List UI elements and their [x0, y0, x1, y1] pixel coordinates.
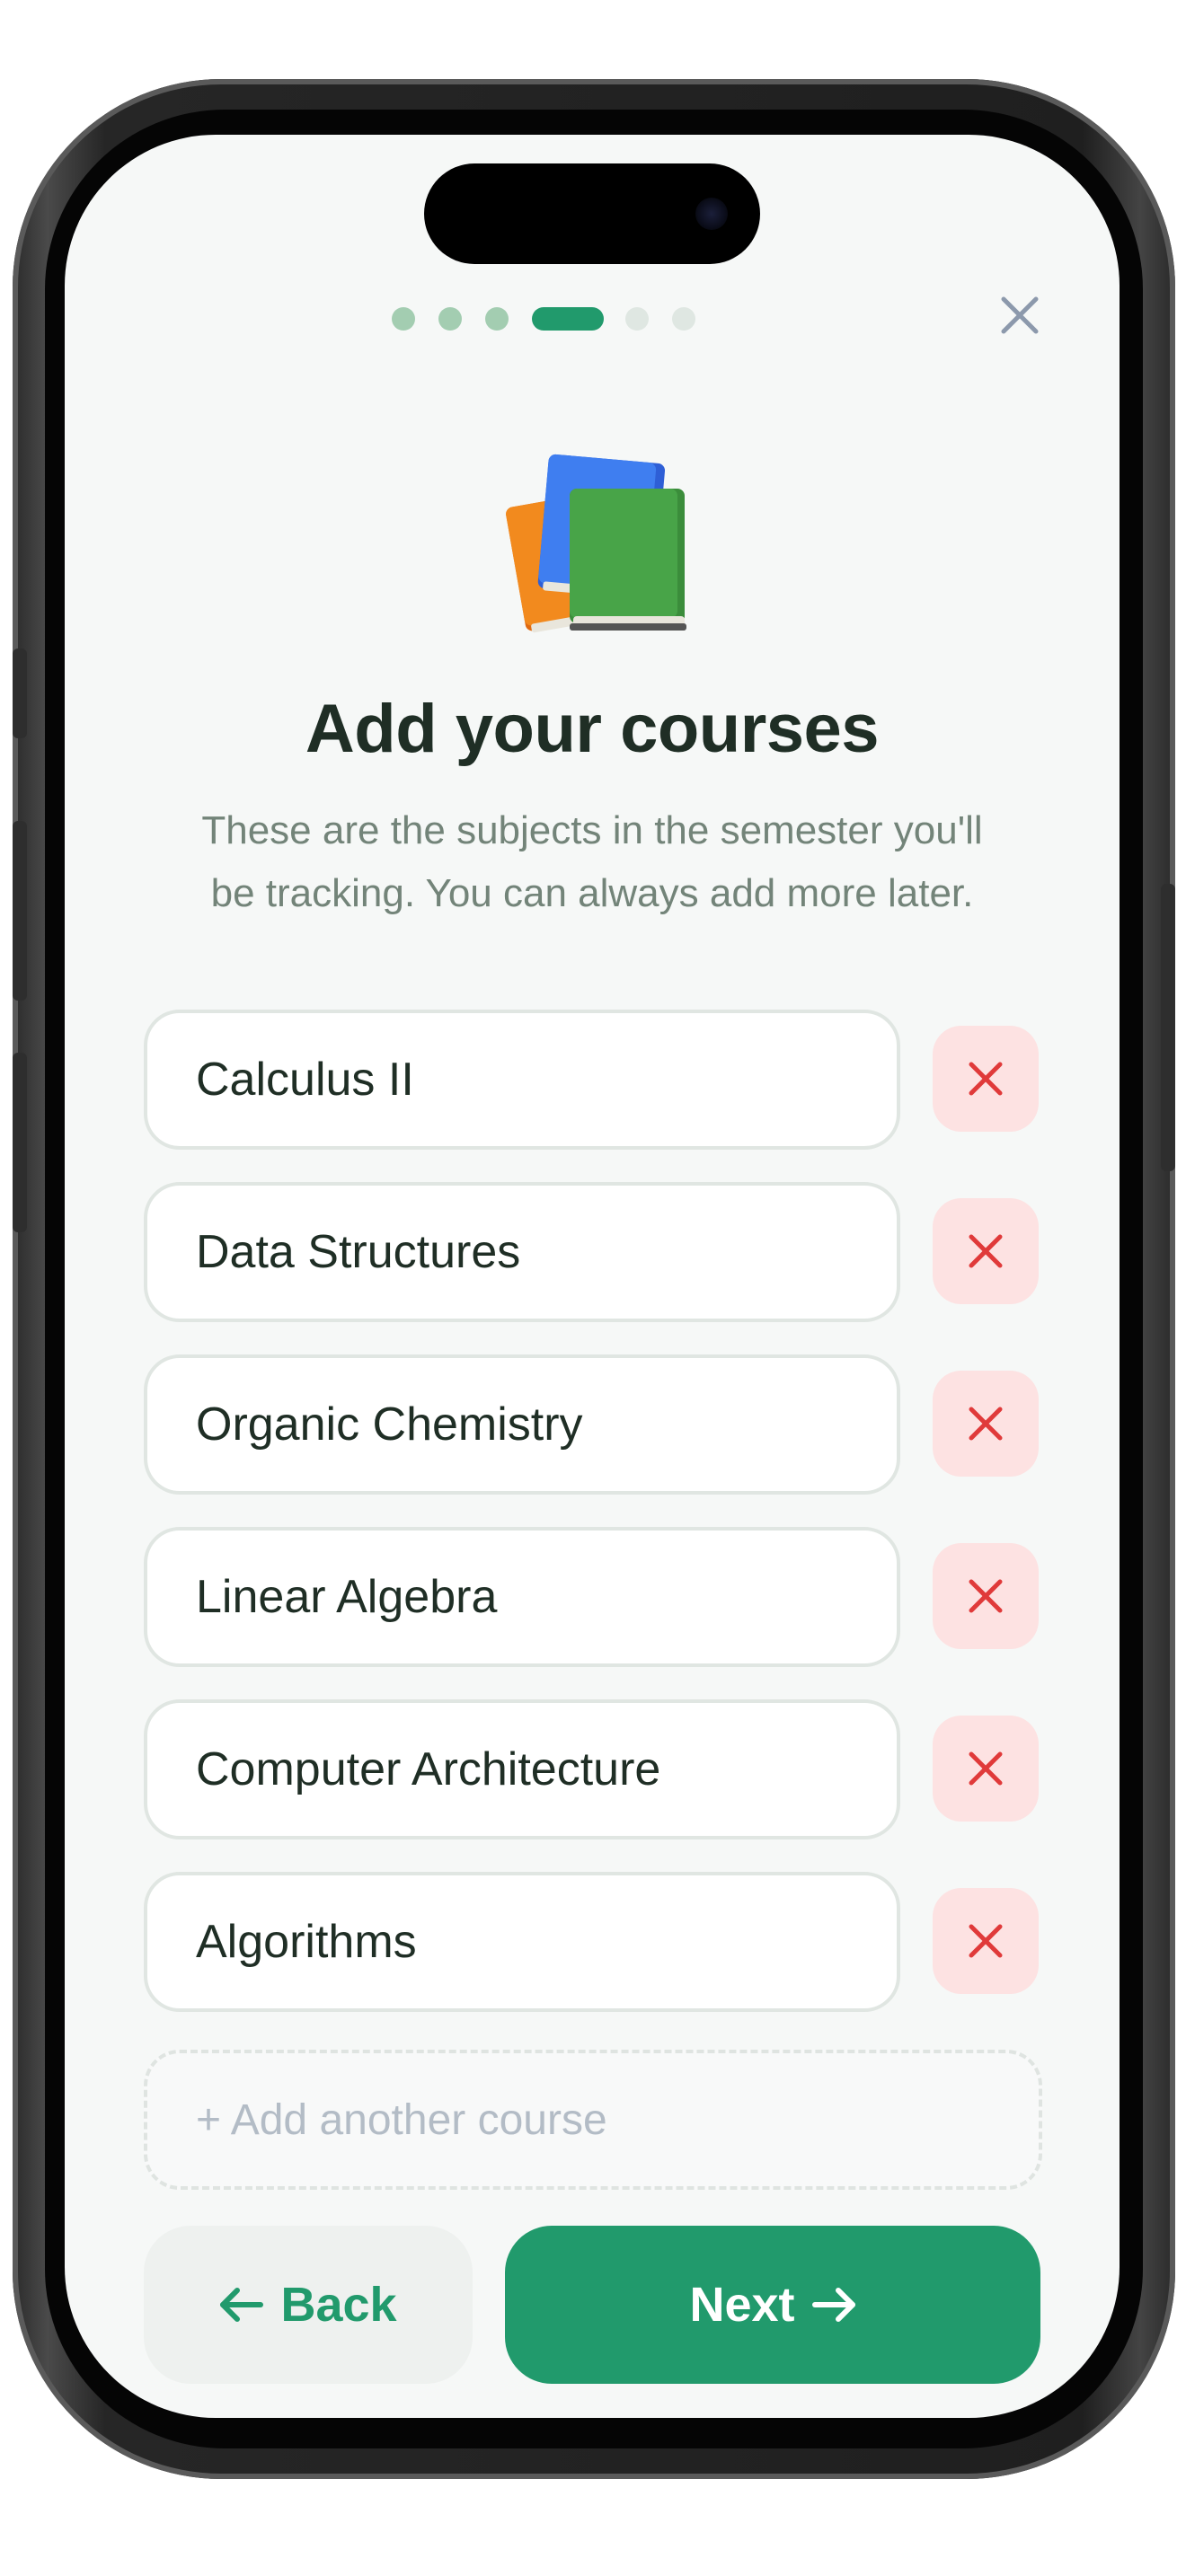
page-title: Add your courses [305, 691, 880, 767]
action-button [13, 648, 27, 738]
add-course-button[interactable]: + Add another course [144, 2050, 1042, 2190]
course-input[interactable]: Linear Algebra [144, 1527, 900, 1667]
dynamic-island [424, 163, 760, 264]
arrow-right-icon [811, 2288, 855, 2322]
back-button-label: Back [280, 2278, 397, 2332]
page-subtitle: These are the subjects in the semester y… [155, 799, 1030, 925]
course-row: Linear Algebra [144, 1527, 1042, 1667]
course-input[interactable]: Computer Architecture [144, 1699, 900, 1839]
camera-icon [695, 198, 728, 230]
course-input[interactable]: Organic Chemistry [144, 1354, 900, 1495]
close-button[interactable] [997, 293, 1042, 338]
remove-course-button[interactable] [933, 1888, 1039, 1994]
progress-dot-6 [672, 307, 695, 331]
subtitle-line-1: These are the subjects in the semester y… [201, 808, 983, 852]
close-icon [969, 1924, 1003, 1958]
course-row: Data Structures [144, 1182, 1042, 1322]
progress-dot-3 [485, 307, 509, 331]
arrow-left-icon [220, 2288, 264, 2322]
volume-down-button [13, 1053, 27, 1232]
remove-course-button[interactable] [933, 1371, 1039, 1477]
progress-dot-4-active [532, 307, 604, 331]
books-icon [496, 449, 694, 638]
close-icon [1001, 296, 1039, 334]
course-row: Calculus II [144, 1010, 1042, 1150]
course-row: Organic Chemistry [144, 1354, 1042, 1495]
course-input[interactable]: Calculus II [144, 1010, 900, 1150]
remove-course-button[interactable] [933, 1198, 1039, 1304]
close-icon [969, 1234, 1003, 1268]
device-frame: Add your courses These are the subjects … [0, 0, 1186, 2576]
volume-up-button [13, 821, 27, 1001]
next-button-label: Next [689, 2278, 795, 2332]
remove-course-button[interactable] [933, 1543, 1039, 1649]
course-row: Algorithms [144, 1872, 1042, 2012]
onboarding-screen: Add your courses These are the subjects … [65, 135, 1120, 2418]
next-button[interactable]: Next [505, 2226, 1040, 2384]
remove-course-button[interactable] [933, 1026, 1039, 1132]
course-row: Computer Architecture [144, 1699, 1042, 1839]
course-input[interactable]: Algorithms [144, 1872, 900, 2012]
course-input[interactable]: Data Structures [144, 1182, 900, 1322]
progress-dot-2 [438, 307, 462, 331]
close-icon [969, 1407, 1003, 1441]
progress-dot-1 [392, 307, 415, 331]
close-icon [969, 1579, 1003, 1613]
progress-dot-5 [625, 307, 649, 331]
close-icon [969, 1751, 1003, 1786]
subtitle-line-2: be tracking. You can always add more lat… [210, 871, 974, 915]
remove-course-button[interactable] [933, 1716, 1039, 1822]
power-button [1161, 884, 1175, 1171]
back-button[interactable]: Back [144, 2226, 473, 2384]
close-icon [969, 1062, 1003, 1096]
step-progress [65, 304, 1120, 331]
